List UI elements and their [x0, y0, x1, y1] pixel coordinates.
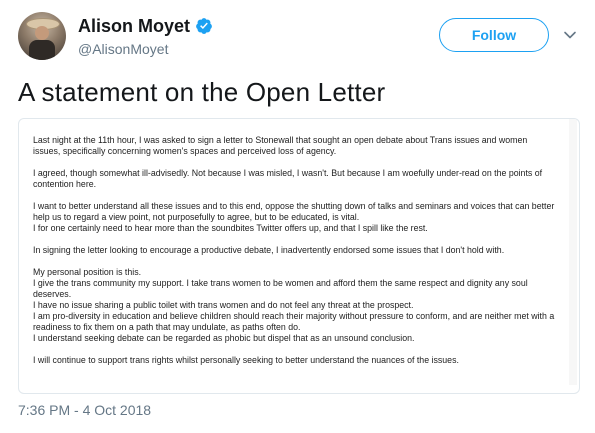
letter-paragraph: In signing the letter looking to encoura… [33, 245, 565, 256]
letter-line: I agreed, though somewhat ill-advisedly.… [33, 168, 543, 178]
letter-line: I have no issue sharing a public toilet … [33, 300, 414, 310]
letter-line: My personal position is this. [33, 267, 142, 277]
avatar-face [35, 26, 49, 40]
letter-line: I understand seeking debate can be regar… [33, 333, 415, 343]
letter-line: In signing the letter looking to encoura… [33, 245, 505, 255]
tweet-timestamp[interactable]: 7:36 PM - 4 Oct 2018 [18, 402, 151, 418]
letter-paragraph: I want to better understand all these is… [33, 201, 565, 234]
letter-paragraph: My personal position is this. I give the … [33, 267, 565, 344]
tweet-text: A statement on the Open Letter [18, 77, 386, 107]
letter-line: I give the trans community my support. I… [33, 278, 528, 288]
letter-line: I will continue to support trans rights … [33, 355, 459, 365]
author-names: Alison Moyet @AlisonMoyet [78, 14, 213, 57]
verified-badge-icon [196, 18, 212, 34]
handle[interactable]: @AlisonMoyet [78, 41, 213, 57]
tweet-header: Alison Moyet @AlisonMoyet Follow [18, 12, 583, 62]
letter-line: readiness to fix them on a path that may… [33, 322, 301, 332]
letter-paragraph: Last night at the 11th hour, I was asked… [33, 135, 565, 157]
chevron-down-icon[interactable] [563, 28, 577, 42]
display-name[interactable]: Alison Moyet [78, 15, 190, 37]
scrollbar-track [569, 119, 577, 385]
letter-paragraph: I will continue to support trans rights … [33, 355, 565, 366]
letter-line: deserves. [33, 289, 72, 299]
statement-letter: Last night at the 11th hour, I was asked… [23, 123, 575, 389]
letter-paragraph: I agreed, though somewhat ill-advisedly.… [33, 168, 565, 190]
letter-line: Last night at the 11th hour, I was asked… [33, 135, 528, 145]
display-name-row: Alison Moyet [78, 14, 213, 38]
letter-body: Last night at the 11th hour, I was asked… [33, 135, 565, 366]
avatar[interactable] [18, 12, 66, 60]
tweet-image[interactable]: Last night at the 11th hour, I was asked… [18, 118, 580, 394]
letter-line: issues, specifically concerning women's … [33, 146, 337, 156]
letter-line: I want to better understand all these is… [33, 201, 555, 211]
avatar-torso [29, 40, 55, 60]
letter-line: I am pro-diversity in education and beli… [33, 311, 555, 321]
letter-line: contention here. [33, 179, 97, 189]
letter-line: I for one certainly need to hear more th… [33, 223, 428, 233]
follow-button[interactable]: Follow [439, 18, 549, 52]
letter-line: help us to regard a view point, not purp… [33, 212, 360, 222]
